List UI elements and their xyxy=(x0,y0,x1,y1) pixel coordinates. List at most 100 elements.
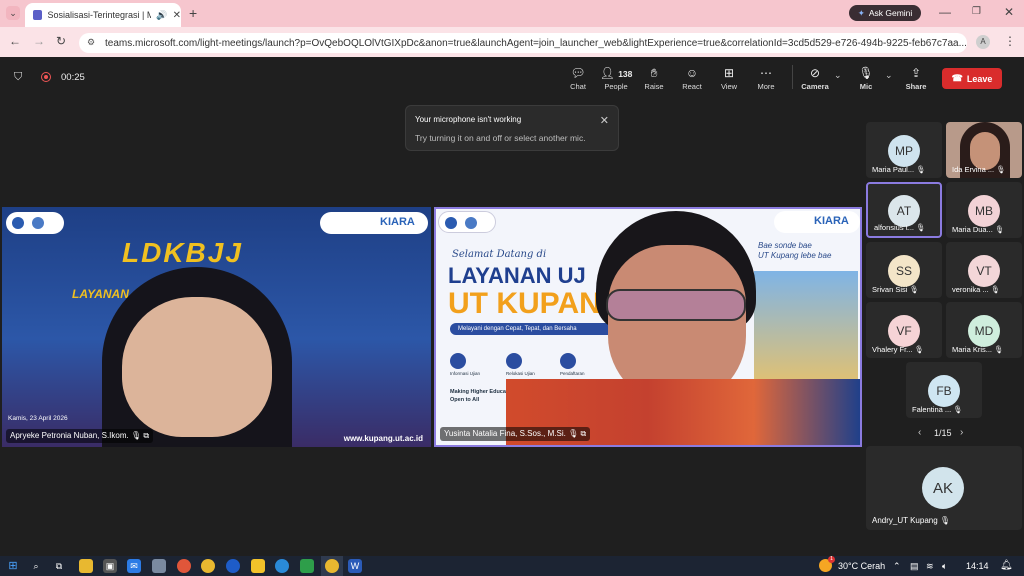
participant-tile[interactable]: MP Maria Paul... 🎙︎ xyxy=(866,122,942,178)
registration-label: Pendaftaran xyxy=(560,371,585,376)
mic-icon: 🎙︎ xyxy=(996,165,1006,174)
mic-options-chevron-icon[interactable]: ⌄ xyxy=(885,70,893,81)
screen-icon: ⧉ xyxy=(580,429,587,438)
participant-tile[interactable]: VF Vhalery Fr... 🎙︎ xyxy=(866,302,942,358)
ask-gemini-button[interactable]: ✦ Ask Gemini xyxy=(849,5,921,21)
people-label: People xyxy=(604,82,628,91)
script-slogan-1: Bae sonde bae xyxy=(758,241,812,250)
participant-tile-name: alfonsius t... 🎙︎ xyxy=(874,223,940,232)
participant-tile[interactable]: MB Maria Dua... 🎙︎ xyxy=(946,182,1022,238)
clock-time[interactable]: 14:14 xyxy=(966,561,989,571)
participant-tile[interactable]: AT alfonsius t... 🎙︎ xyxy=(866,182,942,238)
exam-relocation-icon xyxy=(506,353,522,369)
view-button[interactable]: ⊞ View xyxy=(712,66,746,91)
minimize-window-icon[interactable]: — xyxy=(939,5,951,19)
participant-tile-large[interactable]: AK Andry_UT Kupang 🎙︎ xyxy=(866,446,1022,530)
new-tab-plus-icon[interactable]: + xyxy=(189,6,197,20)
participant-name: Ida Ervina ... xyxy=(952,165,995,174)
participant-name: Maria Kris... xyxy=(952,345,993,354)
banner-title: LDKBJJ xyxy=(122,237,243,268)
participant-tile-video[interactable]: Ida Ervina ... 🎙︎ xyxy=(946,122,1022,178)
store-icon[interactable]: ▣ xyxy=(103,559,117,573)
participant-tile[interactable]: MD Maria Kris... 🎙︎ xyxy=(946,302,1022,358)
browser-menu-icon[interactable]: ⋮ xyxy=(1004,34,1016,48)
mic-icon: 🎙︎ xyxy=(916,223,926,232)
participant-tile[interactable]: SS Srivan Sisi 🎙︎ xyxy=(866,242,942,298)
tagline-banner: Melayani dengan Cepat, Tepat, dan Bersah… xyxy=(450,323,620,335)
participant-name-tag: Yusinta Natalia Fina, S.Sos., M.Si. 🎙︎ ⧉ xyxy=(440,427,591,441)
toast-body: Try turning it on and off or select anot… xyxy=(415,133,586,143)
audio-playing-icon[interactable]: 🔊 xyxy=(156,10,167,21)
chrome-active-icon[interactable] xyxy=(325,559,339,573)
search-icon[interactable]: ⌕ xyxy=(29,559,43,573)
participant-tile-name: Andry_UT Kupang 🎙︎ xyxy=(872,516,950,525)
excel-icon[interactable] xyxy=(300,559,314,573)
participant-video-2-active-speaker[interactable]: KIARA Selamat Datang di LAYANAN UJ UT KU… xyxy=(434,207,862,447)
firefox-icon[interactable] xyxy=(177,559,191,573)
reload-icon[interactable]: ↻ xyxy=(56,34,66,48)
app-icon[interactable] xyxy=(152,559,166,573)
prev-page-chevron-icon[interactable]: ‹ xyxy=(918,427,921,438)
participant-tile-name: Maria Paul... 🎙︎ xyxy=(872,165,938,174)
notifications-bell-icon[interactable]: 🔔︎ xyxy=(1000,560,1013,571)
meeting-timer: 00:25 xyxy=(61,72,85,83)
participant-tile[interactable]: VT veronika ... 🎙︎ xyxy=(946,242,1022,298)
file-explorer-icon[interactable] xyxy=(79,559,93,573)
mail-icon[interactable]: ✉ xyxy=(127,559,141,573)
raise-label: Raise xyxy=(644,82,664,91)
tab-search-chevron-icon[interactable]: ⌄ xyxy=(6,6,20,20)
browser-tab-active[interactable]: Sosialisasi-Terintegrasi | Mic 🔊 ✕ xyxy=(25,3,181,27)
app-icon-2[interactable] xyxy=(226,559,240,573)
network-icon[interactable]: ▤ xyxy=(910,561,919,572)
shield-icon[interactable]: ⛉ xyxy=(14,71,22,84)
address-bar[interactable]: ⚙ teams.microsoft.com/light-meetings/lau… xyxy=(79,33,967,53)
show-hidden-icons-chevron-icon[interactable]: ⌃ xyxy=(893,561,901,572)
tab-close-icon[interactable]: ✕ xyxy=(173,10,181,21)
back-arrow-icon[interactable]: ← xyxy=(9,34,21,48)
task-view-icon[interactable]: ⧉ xyxy=(52,559,66,573)
participant-tile[interactable]: FB Falentina ... 🎙︎ xyxy=(906,362,982,418)
camera-off-icon: ⊘ xyxy=(809,66,821,80)
chat-button[interactable]: 💬︎ Chat xyxy=(561,66,595,91)
service-title: LAYANAN UJ xyxy=(448,263,586,288)
next-page-chevron-icon[interactable]: › xyxy=(960,427,963,438)
weather-condition: Cerah xyxy=(860,561,886,571)
chrome-icon[interactable] xyxy=(201,559,215,573)
wifi-icon[interactable]: ≋ xyxy=(926,561,934,572)
participant-tile-name: Maria Kris... 🎙︎ xyxy=(952,345,1018,354)
participant-tile-name: Maria Dua... 🎙︎ xyxy=(952,225,1018,234)
teams-favicon-icon xyxy=(33,10,43,20)
participant-tile-name: Srivan Sisi 🎙︎ xyxy=(872,285,938,294)
volume-icon[interactable]: 🔈︎ xyxy=(942,561,947,572)
people-button[interactable]: 👤︎ 138 People xyxy=(599,66,633,91)
participant-avatar: FB xyxy=(928,375,960,407)
weather-badge: 1 xyxy=(828,556,835,563)
sticky-notes-icon[interactable] xyxy=(251,559,265,573)
more-button[interactable]: ⋯ More xyxy=(749,66,783,91)
camera-options-chevron-icon[interactable]: ⌄ xyxy=(834,70,842,81)
react-button[interactable]: ☺ React xyxy=(675,66,709,91)
leave-button[interactable]: ☎ Leave xyxy=(942,68,1002,89)
exam-relocation-label: Relokasi Ujian xyxy=(506,371,535,376)
participant-video-1[interactable]: KIARA LDKBJJ LAYANAN ... SUKSESAN ... UH… xyxy=(2,207,431,447)
banner-website: www.kupang.ut.ac.id xyxy=(343,434,423,443)
leave-label: Leave xyxy=(966,73,993,84)
mic-button[interactable]: 🎙︎ Mic xyxy=(849,66,883,91)
word-icon[interactable]: W xyxy=(348,559,362,573)
close-window-icon[interactable]: ✕ xyxy=(1004,5,1014,19)
raise-hand-button[interactable]: ✋︎ Raise xyxy=(637,66,671,91)
participant-page-indicator: 1/15 xyxy=(934,428,952,438)
edge-icon[interactable] xyxy=(275,559,289,573)
participant-tile-name: Ida Ervina ... 🎙︎ xyxy=(952,165,1018,174)
share-button[interactable]: ⇪ Share xyxy=(899,66,933,91)
toast-close-icon[interactable]: ✕ xyxy=(600,114,609,127)
ask-gemini-label: Ask Gemini xyxy=(868,8,913,18)
people-count: 138 xyxy=(618,69,633,79)
profile-avatar[interactable]: A xyxy=(976,35,990,49)
forward-arrow-icon[interactable]: → xyxy=(33,34,45,48)
participant-tile-name: Falentina ... 🎙︎ xyxy=(912,405,978,414)
site-info-icon[interactable]: ⚙ xyxy=(87,37,95,48)
camera-button[interactable]: ⊘ Camera xyxy=(798,66,832,91)
windows-start-icon[interactable]: ⊞ xyxy=(6,559,20,573)
maximize-window-icon[interactable]: ❐ xyxy=(972,5,981,19)
